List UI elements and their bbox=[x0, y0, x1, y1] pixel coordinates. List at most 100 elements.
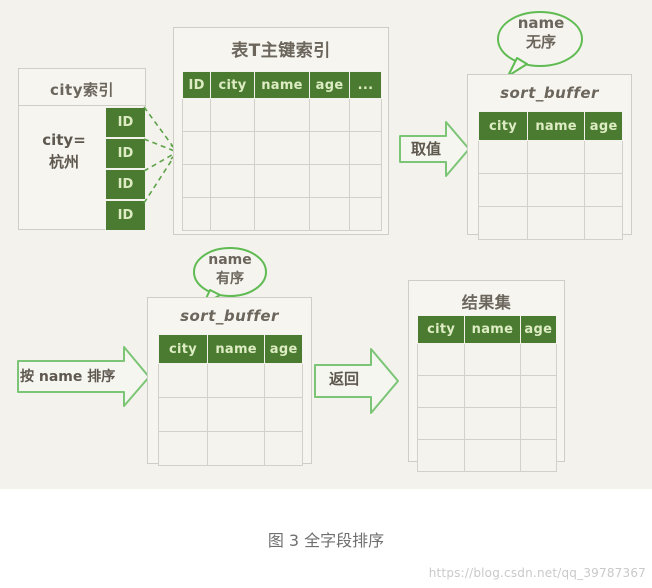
table-cell bbox=[526, 206, 586, 240]
fetch-arrow-label: 取值 bbox=[410, 140, 441, 158]
result-set-box: 结果集 city name age bbox=[408, 280, 565, 472]
table-cell bbox=[519, 407, 558, 440]
table-cell bbox=[264, 431, 303, 466]
table-header-row: city name age bbox=[478, 111, 623, 141]
column-header: city bbox=[478, 111, 528, 141]
table-cell bbox=[264, 363, 303, 398]
table-cell bbox=[348, 98, 383, 132]
table-cell bbox=[206, 431, 266, 466]
column-header: ... bbox=[348, 71, 383, 99]
table-row bbox=[158, 397, 303, 432]
sort-buffer-bottom-box: sort_buffer city name age bbox=[147, 297, 312, 466]
result-set-table: city name age bbox=[416, 315, 558, 472]
city-index-divider bbox=[19, 105, 145, 106]
sort-buffer-top-box: sort_buffer city name age bbox=[467, 74, 632, 240]
table-header-row: city name age bbox=[416, 315, 558, 344]
table-row bbox=[478, 140, 623, 174]
city-filter-label: city= 杭州 bbox=[23, 129, 105, 173]
table-cell bbox=[309, 164, 350, 198]
table-cell bbox=[206, 397, 266, 432]
table-cell bbox=[416, 375, 466, 408]
primary-index-table: ID city name age ... bbox=[181, 71, 383, 231]
column-header: ID bbox=[181, 71, 212, 99]
column-header: age bbox=[264, 334, 303, 364]
table-cell bbox=[210, 197, 255, 231]
table-header-row: city name age bbox=[158, 334, 303, 364]
table-cell bbox=[464, 407, 521, 440]
table-header-row: ID city name age ... bbox=[181, 71, 383, 99]
table-row bbox=[181, 197, 383, 231]
table-cell bbox=[348, 197, 383, 231]
result-set-title: 结果集 bbox=[461, 293, 512, 312]
column-header: city bbox=[416, 315, 466, 344]
callout-line2: 有序 bbox=[216, 271, 244, 287]
table-cell bbox=[253, 164, 311, 198]
watermark: https://blog.csdn.net/qq_39787367 bbox=[428, 566, 646, 580]
table-cell bbox=[253, 197, 311, 231]
column-header: name bbox=[464, 315, 521, 344]
table-cell bbox=[526, 140, 586, 174]
primary-index-title: 表T主键索引 bbox=[231, 41, 331, 61]
column-header: city bbox=[210, 71, 255, 99]
table-row bbox=[478, 173, 623, 207]
city-index-box: city索引 city= 杭州 ID ID ID ID bbox=[18, 68, 146, 231]
city-index-title: city索引 bbox=[50, 81, 114, 99]
table-cell bbox=[348, 164, 383, 198]
primary-index-box: 表T主键索引 ID city name age ... bbox=[173, 27, 389, 235]
sort-buffer-bottom-table: city name age bbox=[158, 334, 303, 466]
table-cell bbox=[181, 98, 212, 132]
table-row bbox=[181, 131, 383, 165]
table-row bbox=[416, 439, 558, 472]
table-cell bbox=[464, 439, 521, 472]
table-row bbox=[181, 98, 383, 132]
table-cell bbox=[416, 439, 466, 472]
table-row bbox=[416, 343, 558, 376]
table-cell bbox=[584, 173, 623, 207]
callout-line1: name bbox=[517, 14, 565, 32]
table-cell bbox=[253, 131, 311, 165]
table-cell bbox=[519, 375, 558, 408]
table-cell bbox=[464, 343, 521, 376]
diagram-canvas: city索引 city= 杭州 ID ID ID ID 表T主键索引 ID ci… bbox=[0, 0, 652, 489]
return-arrow-label: 返回 bbox=[328, 370, 359, 388]
table-cell bbox=[584, 140, 623, 174]
table-cell bbox=[309, 197, 350, 231]
table-cell bbox=[416, 407, 466, 440]
table-cell bbox=[309, 131, 350, 165]
table-cell bbox=[181, 197, 212, 231]
table-cell bbox=[584, 206, 623, 240]
table-row bbox=[181, 164, 383, 198]
sort-buffer-top-title: sort_buffer bbox=[500, 84, 599, 102]
table-cell bbox=[526, 173, 586, 207]
table-cell bbox=[206, 363, 266, 398]
column-header: name bbox=[526, 111, 586, 141]
table-row bbox=[416, 375, 558, 408]
sort-buffer-bottom-title: sort_buffer bbox=[180, 307, 279, 325]
table-cell bbox=[309, 98, 350, 132]
table-cell bbox=[181, 164, 212, 198]
table-cell bbox=[253, 98, 311, 132]
name-ordered-callout-text: name 有序 bbox=[190, 251, 270, 289]
sort-buffer-top-table: city name age bbox=[478, 111, 623, 240]
city-filter-line1: city= bbox=[42, 131, 86, 149]
table-cell bbox=[478, 173, 528, 207]
table-cell bbox=[158, 431, 208, 466]
table-cell bbox=[210, 164, 255, 198]
table-cell bbox=[158, 363, 208, 398]
column-header: age bbox=[584, 111, 623, 141]
figure-caption: 图 3 全字段排序 bbox=[267, 531, 385, 550]
column-header: city bbox=[158, 334, 208, 364]
callout-line1: name bbox=[208, 252, 252, 268]
table-row bbox=[158, 431, 303, 466]
table-cell bbox=[158, 397, 208, 432]
table-cell bbox=[519, 439, 558, 472]
table-cell bbox=[478, 206, 528, 240]
sort-by-name-arrow-label: 按 name 排序 bbox=[20, 369, 116, 385]
table-row bbox=[478, 206, 623, 240]
table-cell bbox=[478, 140, 528, 174]
table-cell bbox=[210, 131, 255, 165]
table-row bbox=[158, 363, 303, 398]
column-header: age bbox=[519, 315, 558, 344]
name-unordered-callout-text: name 无序 bbox=[495, 14, 587, 52]
column-header: age bbox=[309, 71, 350, 99]
